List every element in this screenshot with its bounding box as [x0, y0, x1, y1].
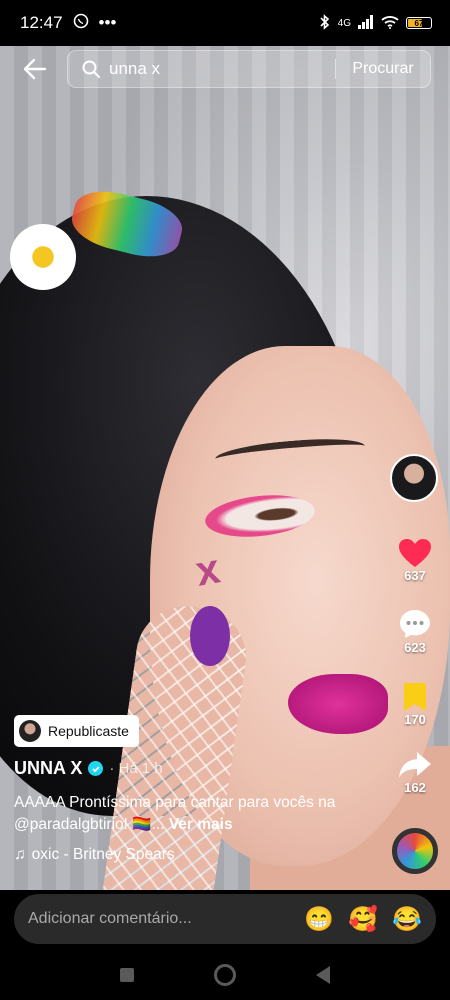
like-button[interactable]: 637 — [390, 538, 440, 583]
bluetooth-icon — [319, 13, 331, 33]
post-time: · Há 1 h — [109, 760, 163, 777]
system-nav-bar — [0, 950, 450, 1000]
status-time: 12:47 — [20, 13, 63, 32]
comment-count: 623 — [404, 640, 426, 655]
comment-icon — [390, 608, 440, 640]
music-row[interactable]: ♫ oxic - Britney Spears — [14, 846, 175, 864]
heart-icon — [390, 538, 440, 568]
battery-icon: 67 — [406, 17, 432, 29]
creator-avatar[interactable] — [390, 454, 438, 502]
verified-badge-icon — [88, 761, 104, 776]
back-button[interactable] — [20, 54, 50, 84]
music-disc-icon[interactable] — [392, 828, 438, 874]
system-back-button[interactable] — [316, 966, 330, 984]
emoji-grin-button[interactable]: 😁 — [304, 905, 334, 934]
music-note-icon: ♫ — [14, 846, 26, 863]
wifi-icon — [381, 15, 399, 32]
share-arrow-icon — [390, 750, 440, 780]
comment-button[interactable]: 623 — [390, 608, 440, 655]
back-arrow-icon — [23, 58, 47, 80]
search-input[interactable]: unna x — [109, 59, 335, 79]
status-bar: 12:47 ••• 4G 67 — [0, 0, 450, 46]
author-row: UNNA X · Há 1 h — [14, 758, 163, 779]
emoji-laugh-button[interactable]: 😂 — [392, 905, 422, 934]
emoji-hearts-button[interactable]: 🥰 — [348, 905, 378, 934]
music-title: oxic - Britney Spears — [31, 846, 175, 863]
save-button[interactable]: 170 — [390, 682, 440, 727]
whatsapp-icon — [73, 13, 89, 34]
recents-button[interactable] — [120, 968, 134, 982]
republish-badge[interactable]: Republicaste — [14, 715, 139, 747]
share-count: 162 — [404, 780, 426, 795]
republish-label: Republicaste — [48, 723, 129, 739]
more-notifications-icon: ••• — [98, 13, 117, 32]
republish-avatar — [19, 720, 41, 742]
save-count: 170 — [404, 712, 426, 727]
comment-placeholder: Adicionar comentário... — [28, 910, 192, 927]
author-name[interactable]: UNNA X — [14, 758, 82, 779]
bookmark-icon — [390, 682, 440, 712]
home-button[interactable] — [214, 964, 236, 986]
search-icon — [81, 59, 101, 79]
signal-icon — [358, 14, 374, 32]
post-caption: AAAAA Prontíssima para cantar para vocês… — [14, 792, 384, 836]
network-label: 4G — [337, 17, 351, 29]
like-count: 637 — [404, 568, 426, 583]
search-button[interactable]: Procurar — [336, 60, 430, 78]
see-more-link[interactable]: Ver mais — [169, 816, 233, 833]
search-bar[interactable]: unna x Procurar — [67, 50, 431, 88]
battery-level: 67 — [414, 18, 424, 28]
share-button[interactable]: 162 — [390, 750, 440, 795]
comment-input[interactable]: Adicionar comentário... 😁 🥰 😂 — [14, 894, 436, 944]
comment-bar: Adicionar comentário... 😁 🥰 😂 — [0, 890, 450, 950]
